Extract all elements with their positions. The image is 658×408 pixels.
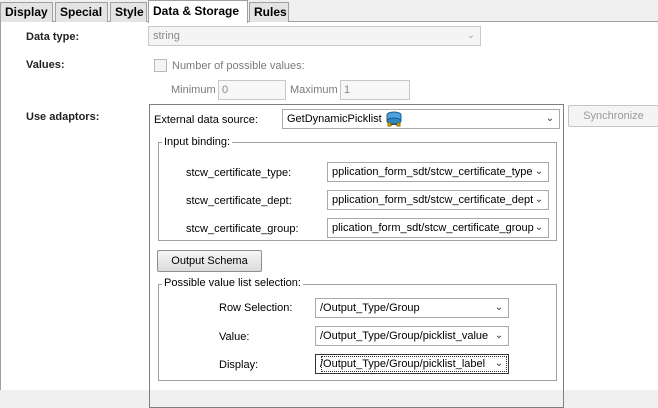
- database-network-icon: [386, 111, 402, 127]
- tab-special[interactable]: Special: [55, 2, 108, 22]
- minimum-label: Minimum: [171, 84, 216, 96]
- row-selection-select[interactable]: /Output_Type/Group ⌄: [315, 298, 509, 318]
- binding-label-dept: stcw_certificate_dept:: [186, 195, 292, 207]
- chevron-down-icon: ⌄: [545, 113, 555, 124]
- synchronize-button[interactable]: Synchronize: [568, 105, 658, 127]
- tab-label: Data & Storage: [153, 4, 240, 18]
- binding-label-type: stcw_certificate_type:: [186, 167, 292, 179]
- data-type-label: Data type:: [26, 31, 80, 43]
- chevron-down-icon: ⌄: [534, 194, 544, 205]
- possible-values-legend: Possible value list selection:: [162, 277, 303, 289]
- binding-value-group: plication_form_sdt/stcw_certificate_grou…: [332, 222, 534, 234]
- binding-select-type[interactable]: pplication_form_sdt/stcw_certificate_typ…: [327, 162, 549, 182]
- tab-data-storage[interactable]: Data & Storage: [148, 0, 248, 23]
- tab-label: Display: [5, 5, 48, 19]
- tab-rules[interactable]: Rules: [249, 2, 289, 22]
- chevron-down-icon: ⌄: [466, 30, 476, 41]
- chevron-down-icon: ⌄: [494, 330, 504, 341]
- value-select[interactable]: /Output_Type/Group/picklist_value ⌄: [315, 326, 509, 346]
- tab-display[interactable]: Display: [0, 2, 53, 22]
- binding-value-dept: pplication_form_sdt/stcw_certificate_dep…: [332, 194, 534, 206]
- minimum-input[interactable]: 0: [218, 80, 286, 100]
- tab-label: Rules: [254, 5, 287, 19]
- row-selection-value: /Output_Type/Group: [320, 302, 420, 314]
- chevron-down-icon: ⌄: [534, 166, 544, 177]
- tab-style[interactable]: Style: [110, 2, 147, 22]
- display-select[interactable]: /Output_Type/Group/picklist_label ⌄: [315, 354, 509, 374]
- external-source-value: GetDynamicPicklist: [287, 113, 382, 125]
- data-storage-panel: Data type: string ⌄ Values: Number of po…: [0, 22, 658, 408]
- display-value: /Output_Type/Group/picklist_label: [320, 355, 508, 373]
- number-of-values-label: Number of possible values:: [172, 60, 305, 72]
- binding-value-type: pplication_form_sdt/stcw_certificate_typ…: [332, 166, 533, 178]
- value-value: /Output_Type/Group/picklist_value: [320, 330, 489, 342]
- binding-select-group[interactable]: plication_form_sdt/stcw_certificate_grou…: [327, 218, 549, 238]
- binding-select-dept[interactable]: pplication_form_sdt/stcw_certificate_dep…: [327, 190, 549, 210]
- value-label: Value:: [219, 331, 250, 343]
- use-adaptors-label: Use adaptors:: [26, 111, 100, 123]
- data-type-value: string: [153, 30, 180, 42]
- output-schema-button[interactable]: Output Schema: [157, 250, 262, 272]
- number-of-values-checkbox[interactable]: [154, 59, 167, 72]
- binding-label-group: stcw_certificate_group:: [186, 223, 299, 235]
- tab-label: Special: [60, 5, 103, 19]
- external-source-select[interactable]: GetDynamicPicklist ⌄: [282, 109, 560, 129]
- row-selection-label: Row Selection:: [219, 302, 293, 314]
- values-label: Values:: [26, 59, 65, 71]
- chevron-down-icon: ⌄: [534, 222, 544, 233]
- maximum-input[interactable]: 1: [340, 80, 410, 100]
- display-label: Display:: [219, 359, 259, 371]
- data-type-select[interactable]: string ⌄: [148, 26, 481, 46]
- chevron-down-icon: ⌄: [494, 358, 504, 369]
- tab-label: Style: [115, 5, 144, 19]
- chevron-down-icon: ⌄: [494, 302, 504, 313]
- tab-strip: Display Special Style Data & Storage Rul…: [0, 0, 658, 23]
- input-binding-legend: Input binding:: [162, 136, 233, 148]
- external-source-label: External data source:: [154, 114, 258, 126]
- maximum-label: Maximum: [290, 84, 338, 96]
